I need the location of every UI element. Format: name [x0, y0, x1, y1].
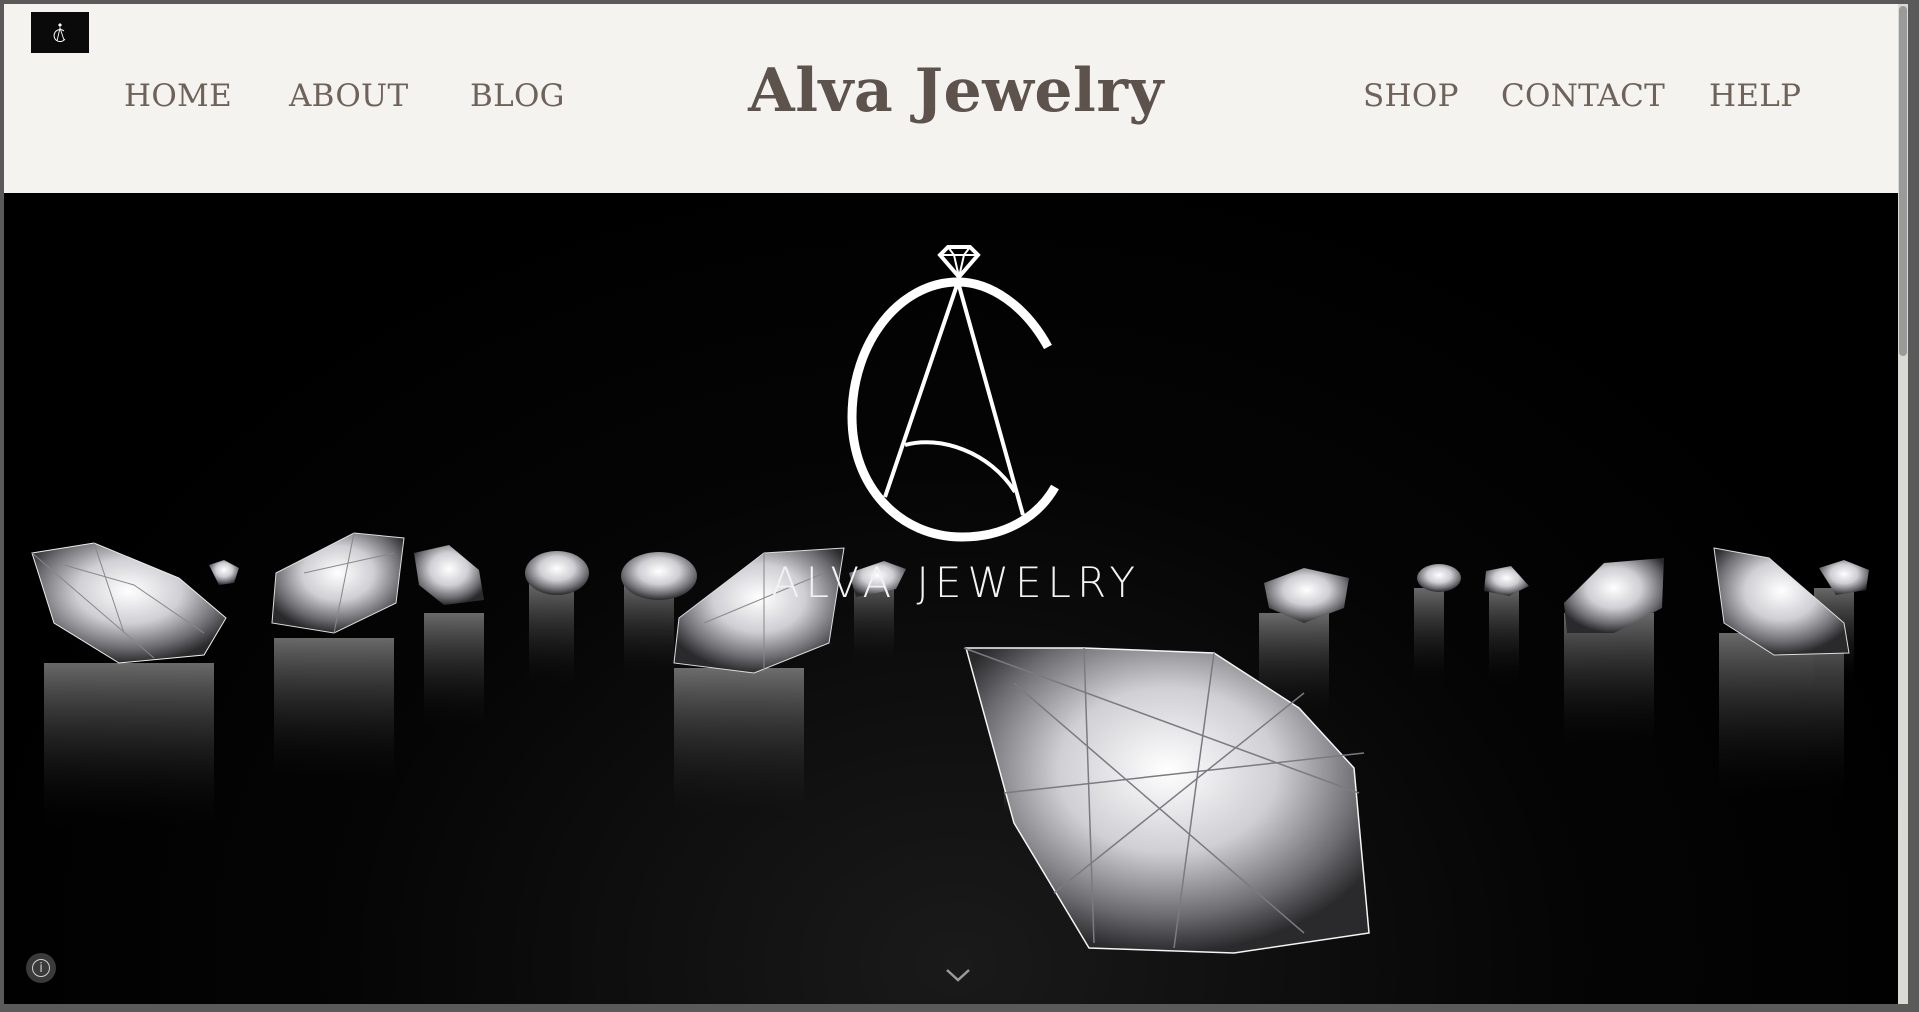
site-header: HOME ABOUT BLOG Alva Jewelry SHOP CONTAC…: [4, 4, 1908, 193]
nav-shop-link[interactable]: SHOP: [1363, 78, 1459, 114]
info-icon: i: [32, 959, 50, 977]
nav-home-link[interactable]: HOME: [124, 78, 232, 114]
hero-wordmark: ALVA JEWELRY: [770, 558, 1142, 607]
info-button[interactable]: i: [26, 953, 56, 983]
page-scrollbar[interactable]: [1898, 4, 1908, 1004]
diamond-ring-icon: [53, 22, 66, 42]
browser-viewport: HOME ABOUT BLOG Alva Jewelry SHOP CONTAC…: [4, 4, 1908, 1004]
scroll-down-button[interactable]: [940, 961, 976, 989]
nav-help-link[interactable]: HELP: [1709, 78, 1801, 114]
nav-about-link[interactable]: ABOUT: [289, 78, 408, 114]
brand-title-link[interactable]: Alva Jewelry: [748, 56, 1164, 126]
alva-monogram-logo: [847, 245, 1059, 542]
nav-blog-link[interactable]: BLOG: [470, 78, 565, 114]
site-logo-small[interactable]: [31, 12, 89, 53]
scrollbar-thumb[interactable]: [1899, 6, 1907, 356]
chevron-down-icon: [946, 969, 970, 982]
nav-contact-link[interactable]: CONTACT: [1501, 78, 1665, 114]
hero-section: ALVA JEWELRY i: [4, 193, 1908, 1004]
